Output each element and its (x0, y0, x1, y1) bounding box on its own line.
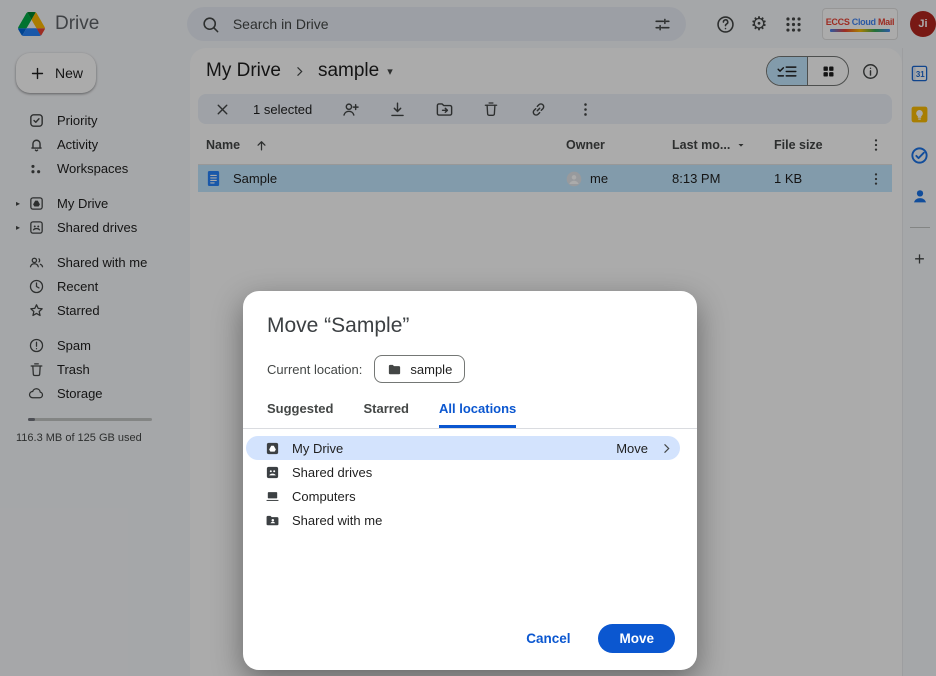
move-confirm-button[interactable]: Move (598, 624, 675, 653)
cancel-button[interactable]: Cancel (526, 631, 570, 646)
folder-icon (387, 362, 402, 377)
tab-suggested[interactable]: Suggested (267, 401, 333, 428)
row-move-label[interactable]: Move (616, 441, 648, 456)
my-drive-icon (265, 441, 280, 456)
location-label: Shared drives (292, 465, 372, 480)
current-location-label: Current location: (267, 362, 362, 377)
tab-starred[interactable]: Starred (363, 401, 409, 428)
dialog-title: Move “Sample” (267, 314, 673, 338)
dialog-footer: Cancel Move (243, 624, 697, 670)
google-drive-window: Drive (0, 0, 936, 676)
row-move-action[interactable]: Move (616, 441, 680, 456)
current-location-name: sample (410, 362, 452, 377)
location-row-computers[interactable]: Computers (246, 484, 680, 508)
move-dialog: Move “Sample” Current location: sample S… (243, 291, 697, 670)
tab-all-locations[interactable]: All locations (439, 401, 516, 428)
shared-folder-icon (265, 513, 280, 528)
laptop-icon (265, 489, 280, 504)
location-label: My Drive (292, 441, 343, 456)
location-label: Shared with me (292, 513, 382, 528)
location-label: Computers (292, 489, 356, 504)
current-location-chip[interactable]: sample (374, 355, 465, 383)
current-location-row: Current location: sample (267, 355, 673, 383)
location-list: My Drive Move Shared drives Compute (243, 436, 697, 532)
location-row-shared-with-me[interactable]: Shared with me (246, 508, 680, 532)
dialog-tabs: Suggested Starred All locations (243, 401, 697, 429)
chevron-right-icon[interactable] (660, 442, 673, 455)
location-row-shared-drives[interactable]: Shared drives (246, 460, 680, 484)
shared-drives-icon (265, 465, 280, 480)
location-row-my-drive[interactable]: My Drive Move (246, 436, 680, 460)
